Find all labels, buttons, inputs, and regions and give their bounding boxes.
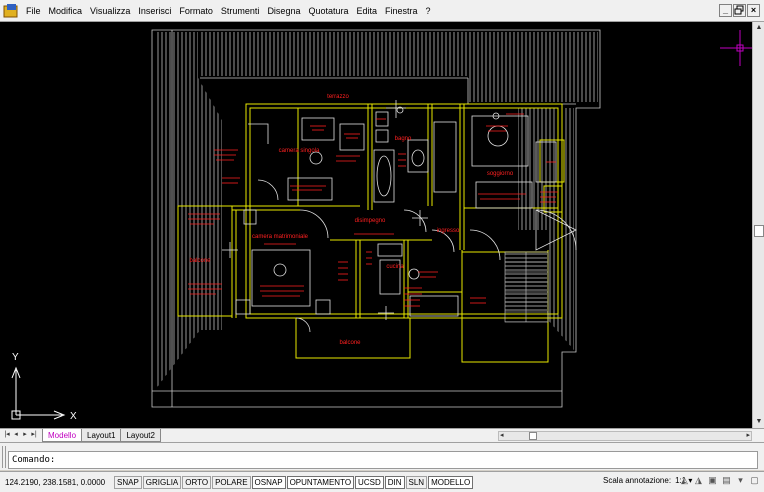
restore-icon <box>734 5 744 15</box>
first-tab-icon[interactable]: |◂ <box>3 430 11 440</box>
clean-screen-icon[interactable]: ▢ <box>749 475 760 486</box>
toolbar-lock-icon[interactable]: ▤ <box>721 475 732 486</box>
prev-tab-icon[interactable]: ◂ <box>12 430 20 440</box>
menu-finestra[interactable]: Finestra <box>381 0 422 22</box>
label-camera-matrimoniale: camera matrimoniale <box>252 234 309 240</box>
toggle-snap[interactable]: SNAP <box>114 475 142 489</box>
scroll-left-icon[interactable]: ◂ <box>500 432 504 440</box>
ucs-x-label: X <box>70 411 77 422</box>
status-menu-chevron-down-icon[interactable]: ▾ <box>735 475 746 486</box>
tab-layout1[interactable]: Layout1 <box>81 429 122 442</box>
ucs-icon <box>11 366 66 420</box>
last-tab-icon[interactable]: ▸| <box>30 430 38 440</box>
crosshair-cursor <box>720 30 752 66</box>
label-balcone-left: balcone <box>189 258 211 264</box>
close-button[interactable]: × <box>747 4 760 17</box>
toggle-orto[interactable]: ORTO <box>182 475 212 489</box>
vertical-scroll-thumb[interactable] <box>754 225 764 237</box>
walls <box>177 103 565 363</box>
light-fixtures <box>273 106 500 280</box>
menu-strumenti[interactable]: Strumenti <box>217 0 264 22</box>
command-prompt: Comando: <box>12 455 56 465</box>
label-bagno: bagno <box>395 136 412 142</box>
menu-disegna[interactable]: Disegna <box>263 0 304 22</box>
room-labels: terrazzo bagno camera singola soggiorno … <box>189 94 513 346</box>
layout-tab-bar: |◂ ◂ ▸ ▸| Modello Layout1 Layout2 ◂ ▸ <box>0 428 764 442</box>
drawing-area[interactable]: terrazzo bagno camera singola soggiorno … <box>0 22 752 428</box>
restore-button[interactable] <box>733 4 746 17</box>
menu-bar: File Modifica Visualizza Inserisci Forma… <box>0 0 764 22</box>
auto-scale-icon[interactable]: ◮ <box>693 475 704 486</box>
tab-modello[interactable]: Modello <box>42 429 83 442</box>
label-soggiorno: soggiorno <box>487 171 514 177</box>
menu-modifica[interactable]: Modifica <box>45 0 87 22</box>
toggle-din[interactable]: DIN <box>384 475 405 489</box>
roof-hatch <box>155 32 598 390</box>
toggle-ucsd[interactable]: UCSD <box>355 475 384 489</box>
ucs-y-label: Y <box>12 352 19 363</box>
label-camera-singola: camera singola <box>279 148 320 154</box>
menu-visualizza[interactable]: Visualizza <box>86 0 134 22</box>
label-ingresso: ingresso <box>437 228 460 234</box>
toggle-polare[interactable]: POLARE <box>212 475 251 489</box>
menu-help[interactable]: ? <box>422 0 435 22</box>
minimize-button[interactable]: _ <box>719 4 732 17</box>
menu-inserisci[interactable]: Inserisci <box>134 0 175 22</box>
command-line-grip[interactable] <box>2 446 6 468</box>
label-terrazzo: terrazzo <box>327 94 349 100</box>
label-cucina: cucina <box>386 264 404 270</box>
toggle-sln[interactable]: SLN <box>405 475 428 489</box>
annotation-visibility-icon[interactable]: ◭ <box>679 475 690 486</box>
menu-edita[interactable]: Edita <box>353 0 382 22</box>
scroll-up-icon[interactable]: ▲ <box>754 23 764 33</box>
toggle-osnap[interactable]: OSNAP <box>251 475 286 489</box>
horizontal-scroll-thumb[interactable] <box>529 432 537 440</box>
toggle-griglia[interactable]: GRIGLIA <box>142 475 182 489</box>
lock-icon[interactable]: ▣ <box>707 475 718 486</box>
menu-formato[interactable]: Formato <box>175 0 217 22</box>
horizontal-scrollbar[interactable]: ◂ ▸ <box>498 431 752 441</box>
toggle-opuntamento[interactable]: OPUNTAMENTO <box>286 475 355 489</box>
coordinates-readout[interactable]: 124.2190, 238.1581, 0.0000 <box>0 478 114 487</box>
menu-file[interactable]: File <box>22 0 45 22</box>
next-tab-icon[interactable]: ▸ <box>21 430 29 440</box>
command-line: Comando: <box>0 442 764 470</box>
scroll-down-icon[interactable]: ▼ <box>754 417 764 427</box>
floor-plan-drawing: terrazzo bagno camera singola soggiorno … <box>11 29 752 422</box>
vertical-scrollbar[interactable]: ▲ ▼ <box>752 22 764 428</box>
menu-quotatura[interactable]: Quotatura <box>304 0 352 22</box>
tab-layout2[interactable]: Layout2 <box>120 429 161 442</box>
command-input[interactable]: Comando: <box>8 451 758 469</box>
annotation-scale-label: Scala annotazione: <box>603 476 672 485</box>
autocad-app-icon[interactable] <box>3 3 19 19</box>
scroll-right-icon[interactable]: ▸ <box>746 432 750 440</box>
toggle-modello[interactable]: MODELLO <box>428 475 474 489</box>
status-bar: 124.2190, 238.1581, 0.0000 SNAP GRIGLIA … <box>0 471 764 492</box>
label-balcone-bottom: balcone <box>339 340 361 346</box>
label-disimpegno: disimpegno <box>355 218 386 224</box>
